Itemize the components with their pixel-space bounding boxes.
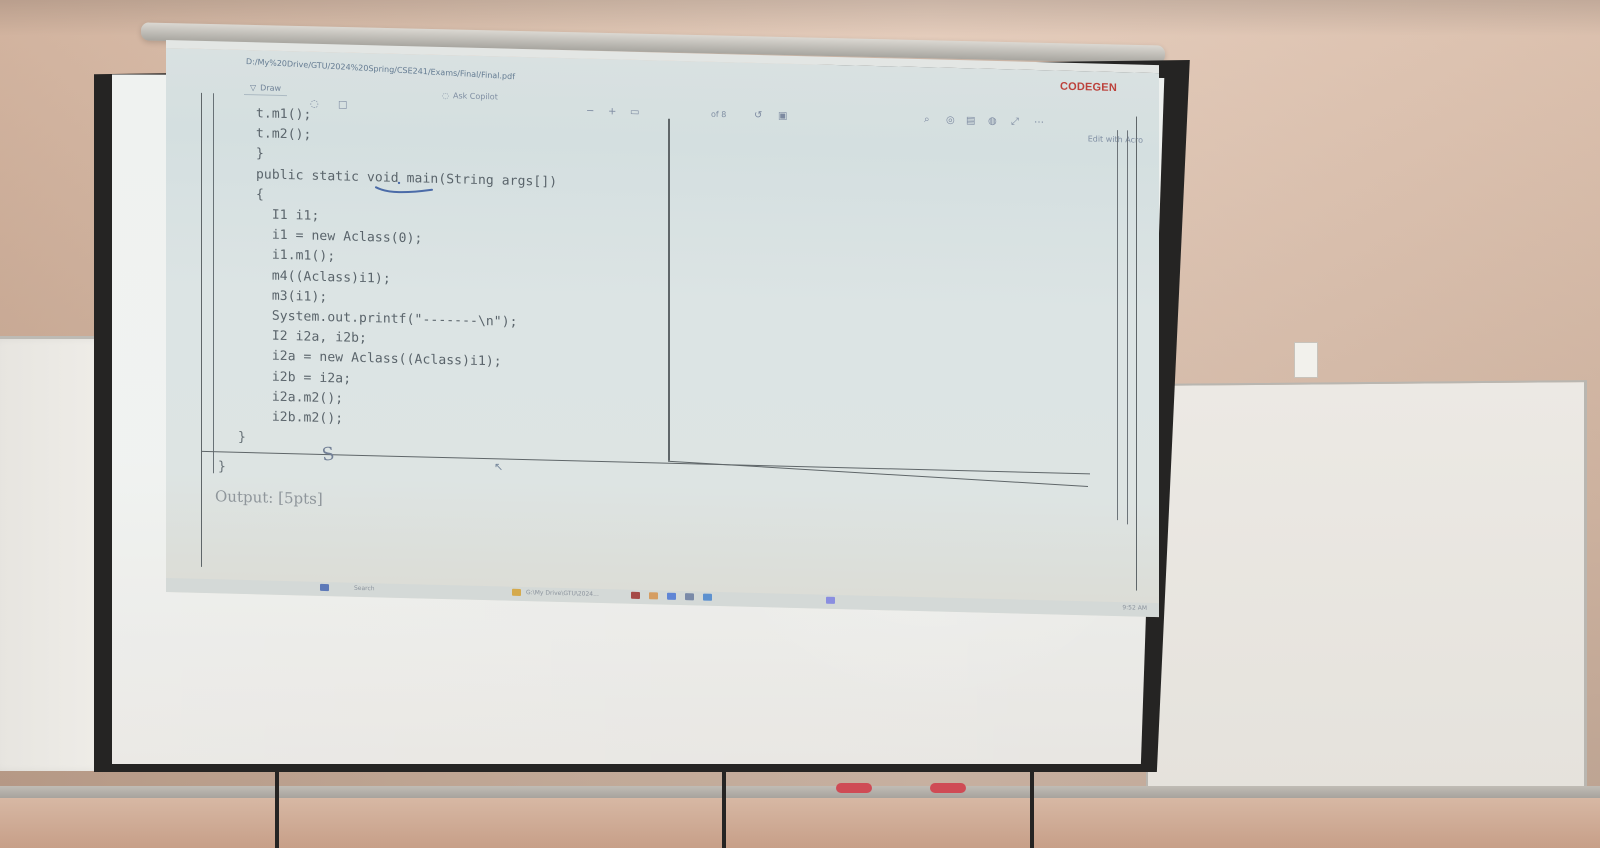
lower-wall — [0, 798, 1600, 848]
handwritten-mark: S — [320, 443, 336, 466]
right-page-rail — [1117, 130, 1118, 521]
draw-label: Draw — [260, 83, 282, 93]
app-icon[interactable] — [685, 593, 694, 601]
pdf-viewer-window: D:/My%20Drive/GTU/2024%20Spring/CSE241/E… — [166, 40, 1159, 618]
right-whiteboard — [1146, 380, 1587, 800]
column-divider — [668, 118, 670, 461]
left-page-rail — [213, 93, 214, 474]
wall-outlet — [1294, 342, 1318, 378]
taskbar-search[interactable]: Search — [354, 585, 375, 593]
cable — [1030, 772, 1034, 848]
app-icon[interactable] — [826, 596, 835, 604]
board-tray — [0, 786, 1600, 798]
taskbar-clock: 9:52 AM — [1122, 604, 1147, 612]
windows-icon[interactable] — [320, 583, 329, 592]
handwritten-underline — [375, 181, 433, 194]
red-marker — [836, 783, 872, 793]
cursor-icon: ↖ — [494, 460, 504, 474]
projected-desktop: D:/My%20Drive/GTU/2024%20Spring/CSE241/E… — [166, 40, 1159, 618]
code-snippet: t.m1(); t.m2(); } public static void mai… — [256, 104, 646, 437]
app-icon[interactable] — [667, 592, 676, 600]
red-marker — [930, 783, 966, 793]
output-label: Output: [5pts] — [215, 487, 323, 508]
app-icon[interactable] — [649, 592, 658, 600]
right-page-rail-outer — [1127, 130, 1128, 525]
app-icon[interactable] — [631, 591, 640, 599]
cable — [722, 772, 726, 848]
folder-icon[interactable] — [512, 588, 521, 596]
cable — [275, 772, 279, 848]
pdf-page: t.m1(); t.m2(); } public static void mai… — [201, 92, 1137, 591]
draw-icon: ▽ — [250, 83, 257, 93]
outer-closing-brace: } — [218, 459, 226, 475]
browser-icon[interactable] — [703, 593, 712, 601]
brand-label: CODEGEN — [1059, 80, 1117, 95]
inner-closing-brace: } — [238, 429, 246, 446]
taskbar-folder[interactable]: G:\My Drive\GTU\2024... — [526, 589, 599, 598]
